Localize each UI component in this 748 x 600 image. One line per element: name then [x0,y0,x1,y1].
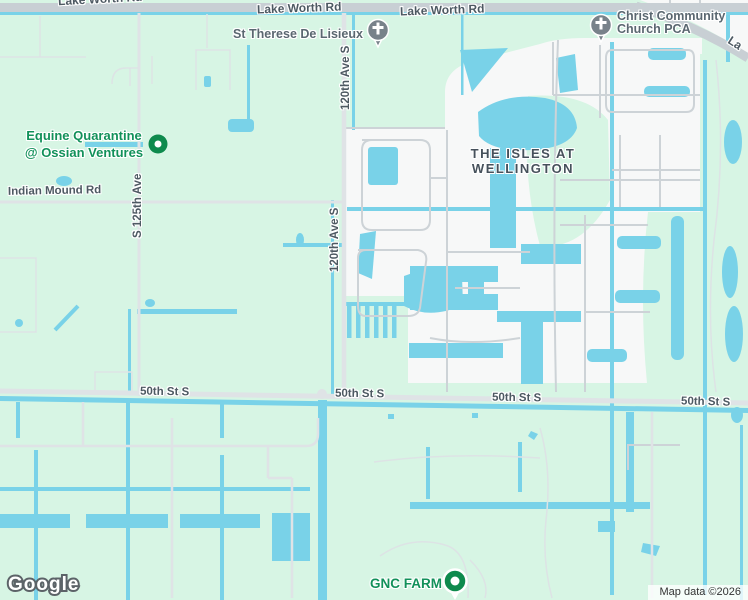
poi-label-st-therese[interactable]: St Therese De Lisieux [233,28,363,41]
road-label-indian-mound-rd: Indian Mound Rd [7,184,102,198]
map-viewport[interactable]: Lake Worth Rd Lake Worth Rd Lake Worth R… [0,0,748,600]
road-label-50th-st-s-2: 50th St S [334,387,385,401]
map-canvas[interactable] [0,0,748,600]
road-label-lake-worth-rd-3: Lake Worth Rd [399,1,485,19]
road-label-120th-ave-s-2: 120th Ave S [329,207,341,272]
poi-label-christ-community[interactable]: Christ Community Church PCA [617,10,725,36]
poi-label-line: Church PCA [617,22,691,36]
poi-dot-icon [154,140,162,148]
road-label-50th-st-s-3: 50th St S [491,391,542,405]
equine-quarantine-marker[interactable] [148,134,168,154]
area-label-line: WELLINGTON [471,161,575,176]
google-logo[interactable]: Google Google [6,572,80,597]
area-label-isles-at-wellington: THE ISLES AT WELLINGTON [428,146,618,176]
poi-label-equine-quarantine[interactable]: Equine Quarantine @ Ossian Ventures [18,127,150,161]
google-logo-text: Google [8,574,80,595]
road-label-s-125th-ave: S 125th Ave [132,173,144,238]
road-label-120th-ave-s-1: 120th Ave S [340,45,352,110]
poi-dot-icon [450,576,460,586]
poi-label-line: Equine Quarantine [26,128,142,143]
poi-label-gnc-farm[interactable]: GNC FARM [370,575,442,592]
map-attribution: Map data ©2026 [647,585,748,600]
poi-label-line: @ Ossian Ventures [24,145,144,160]
area-label-line: THE ISLES AT [470,146,576,161]
road-label-50th-st-s-4: 50th St S [680,395,731,409]
road-label-50th-st-s-1: 50th St S [139,385,190,399]
